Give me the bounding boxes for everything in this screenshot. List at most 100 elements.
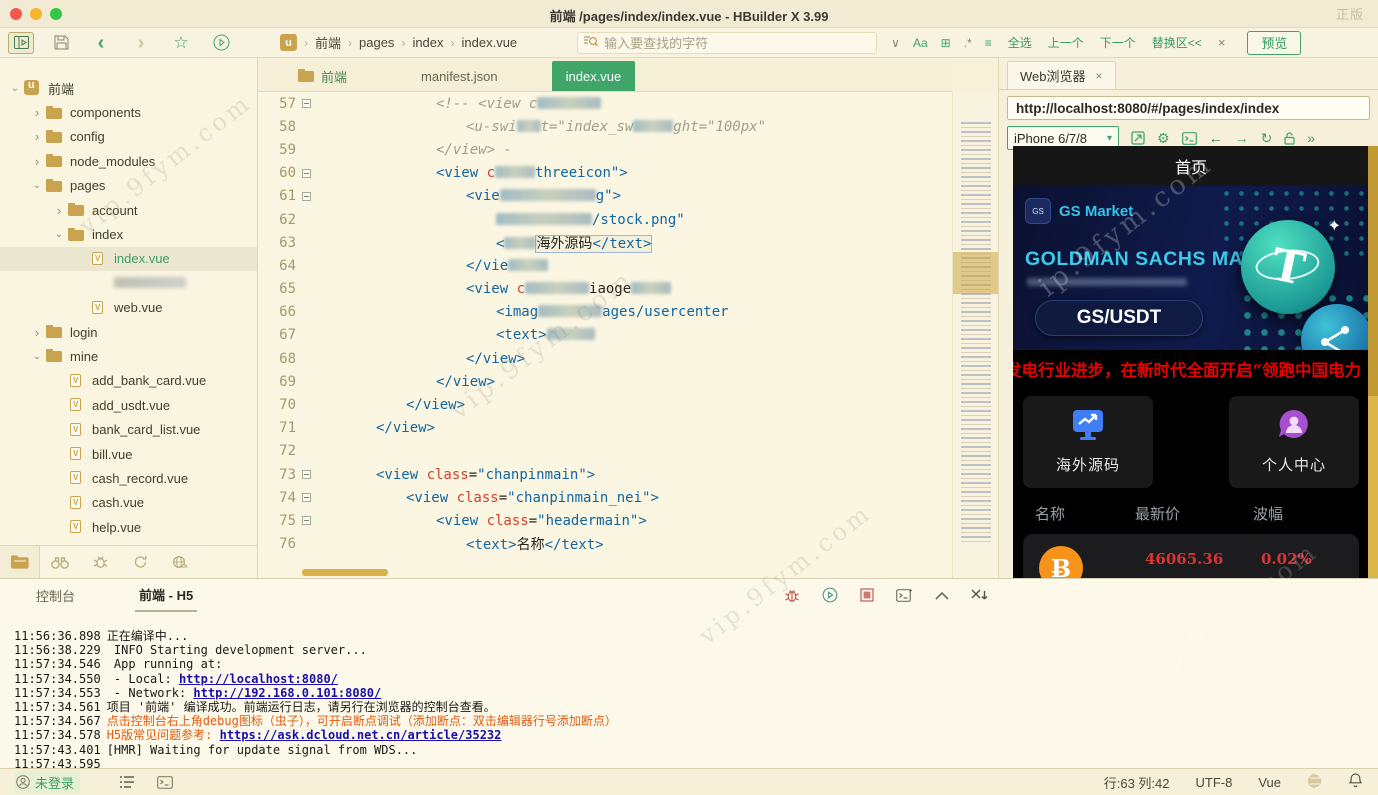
console-log-output[interactable]: 11:56:36.898 正在编译中... 11:56:38.229 INFO St… [14,629,617,771]
line-number[interactable]: 67 [258,327,296,343]
tree-item-obscured[interactable] [0,271,257,295]
code-line-60[interactable]: 60 <view c threeicon"> [258,162,952,185]
line-number[interactable]: 62 [258,212,296,228]
minimap-viewport[interactable] [953,252,999,294]
filter-lines-icon[interactable]: ≡ [985,36,992,50]
select-all-button[interactable]: 全选 [1008,34,1032,51]
log-link[interactable]: https://ask.dcloud.net.cn/article/35232 [220,728,502,742]
code-line-58[interactable]: 58 <u-swi t="index_sw ght="100px" [258,115,952,138]
editor-tab-index.vue[interactable]: index.vue [551,61,636,91]
cloud-globe-icon[interactable] [160,546,200,578]
match-case-icon[interactable]: Aa [913,36,928,50]
line-number[interactable]: 66 [258,304,296,320]
line-number[interactable]: 59 [258,142,296,158]
tree-item-add_bank_card.vue[interactable]: add_bank_card.vue [0,369,257,393]
settings-gear-icon[interactable]: ⚙ [1157,130,1170,147]
line-number[interactable]: 61 [258,188,296,204]
open-external-icon[interactable] [1131,131,1145,145]
run-icon[interactable] [208,32,234,54]
regex-icon[interactable]: .* [964,36,972,50]
browser-back-icon[interactable]: ← [1209,130,1223,146]
code-line-59[interactable]: 59 </view> - [258,138,952,161]
chevron-down-icon[interactable]: ⌄ [30,180,44,191]
app-banner[interactable]: GS GS Market GOLDMAN SACHS MARKETS GS/US… [1013,186,1369,350]
tree-item-cash.vue[interactable]: cash.vue [0,491,257,515]
fold-marker-icon[interactable] [296,168,316,178]
fold-marker-icon[interactable] [296,516,316,526]
fold-marker-icon[interactable] [296,493,316,503]
tree-item-node_modules[interactable]: › node_modules [0,149,257,173]
whole-word-icon[interactable]: ⊞ [941,36,951,50]
line-number[interactable]: 63 [258,235,296,251]
code-line-68[interactable]: 68 </view> [258,347,952,370]
fold-marker-icon[interactable] [296,470,316,480]
more-chevrons-icon[interactable]: » [1307,130,1315,146]
breadcrumb-index[interactable]: index [412,35,443,50]
code-line-67[interactable]: 67 <text> [258,324,952,347]
gs-usdt-button[interactable]: GS/USDT [1035,300,1203,336]
tree-item-login[interactable]: › login [0,320,257,344]
console-terminal-icon[interactable] [1181,131,1197,145]
code-line-71[interactable]: 71 </view> [258,417,952,440]
tree-item-web.vue[interactable]: web.vue [0,296,257,320]
tree-item-bill.vue[interactable]: bill.vue [0,442,257,466]
code-line-65[interactable]: 65 <view c iaoge [258,278,952,301]
forward-icon[interactable]: › [128,32,154,54]
replace-area-button[interactable]: 替换区<< [1152,34,1202,51]
overseas-source-card[interactable]: 海外源码 [1023,396,1153,488]
chevron-down-icon[interactable]: ⌄ [52,229,66,240]
chevron-right-icon[interactable]: › [30,325,44,340]
code-line-61[interactable]: 61 <vie g"> [258,185,952,208]
line-number[interactable]: 65 [258,281,296,297]
code-line-76[interactable]: 76 <text>名称</text> [258,533,952,556]
chevron-down-icon[interactable]: ⌄ [30,351,44,362]
tree-item-前端[interactable]: ⌄ 前端 [0,76,257,100]
user-center-card[interactable]: 个人中心 [1229,396,1359,488]
line-number[interactable]: 74 [258,490,296,506]
tree-item-index[interactable]: ⌄ index [0,222,257,246]
new-terminal-icon[interactable] [896,588,913,602]
code-line-73[interactable]: 73 <view class="chanpinmain"> [258,463,952,486]
toggle-sidebar-icon[interactable] [8,31,34,54]
chevron-down-icon[interactable]: ⌄ [8,83,22,94]
tree-item-add_usdt.vue[interactable]: add_usdt.vue [0,393,257,417]
browser-forward-icon[interactable]: → [1235,130,1249,146]
fold-marker-icon[interactable] [296,191,316,201]
search-input[interactable]: 输入要查找的字符 [577,31,878,54]
tree-item-help.vue[interactable]: help.vue [0,515,257,539]
console-tab[interactable]: 控制台 [36,586,75,605]
breadcrumb-file[interactable]: index.vue [462,35,518,50]
editor-tab-manifest.json[interactable]: manifest.json [407,61,512,91]
encoding[interactable]: UTF-8 [1196,775,1233,790]
line-number[interactable]: 73 [258,467,296,483]
url-input[interactable]: http://localhost:8080/#/pages/index/inde… [1007,96,1370,120]
line-number[interactable]: 57 [258,96,296,112]
code-line-66[interactable]: 66 <imag ages/usercenter [258,301,952,324]
language-mode[interactable]: Vue [1258,775,1281,790]
line-number[interactable]: 69 [258,374,296,390]
code-line-62[interactable]: 62/stock.png" [258,208,952,231]
line-number[interactable]: 58 [258,119,296,135]
previous-match-button[interactable]: 上一个 [1048,34,1084,51]
chevron-right-icon[interactable]: › [30,129,44,144]
frontend-h5-tab[interactable]: 前端 - H5 [135,579,198,612]
preview-button[interactable]: 预览 [1247,30,1302,55]
outline-list-icon[interactable] [120,776,135,788]
code-line-75[interactable]: 75 <view class="headermain"> [258,509,952,532]
log-link[interactable]: http://192.168.0.101:8080/ [193,686,381,700]
tree-item-components[interactable]: › components [0,100,257,124]
line-number[interactable]: 76 [258,536,296,552]
code-line-74[interactable]: 74 <view class="chanpinmain_nei"> [258,486,952,509]
tree-item-bank_card_list.vue[interactable]: bank_card_list.vue [0,417,257,441]
line-number[interactable]: 75 [258,513,296,529]
breadcrumb-project[interactable]: 前端 [315,33,341,52]
code-line-72[interactable]: 72 [258,440,952,463]
code-line-64[interactable]: 64 </vie [258,254,952,277]
minimap[interactable] [952,92,999,578]
code-line-63[interactable]: 63 < 海外源码</text> [258,231,952,254]
login-status[interactable]: 未登录 [14,770,81,794]
history-refresh-icon[interactable] [120,546,160,578]
browser-refresh-icon[interactable]: ↻ [1261,130,1273,147]
line-number[interactable]: 64 [258,258,296,274]
breadcrumb-pages[interactable]: pages [359,35,394,50]
